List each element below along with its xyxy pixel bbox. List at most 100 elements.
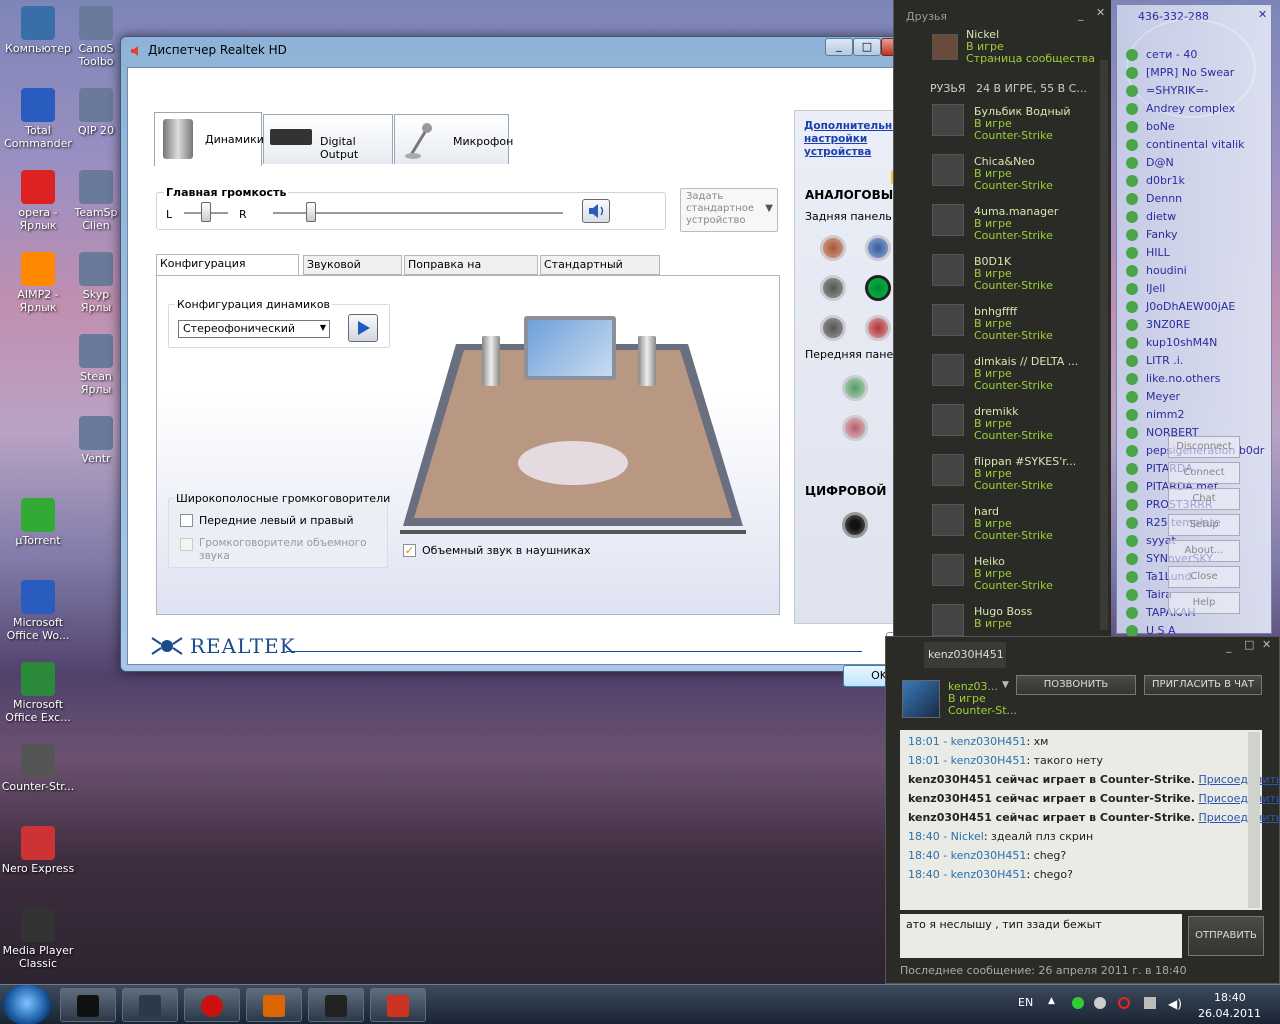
left-speaker-icon[interactable] xyxy=(482,336,500,386)
friends-close-button[interactable]: ✕ xyxy=(1096,6,1105,19)
clock-date[interactable]: 26.04.2011 xyxy=(1198,1007,1261,1020)
chat-minimize-button[interactable]: _ xyxy=(1226,640,1232,653)
qip-contact[interactable]: J0oDhAEW00jAE xyxy=(1146,300,1235,314)
avatar[interactable] xyxy=(932,354,964,386)
join-link[interactable]: Присоединиться xyxy=(1198,792,1280,805)
headphones-checkbox[interactable]: ✓ xyxy=(403,544,416,557)
friends-scrollbar[interactable] xyxy=(1100,60,1108,630)
subtab-room-correction[interactable]: Поправка на помещение xyxy=(404,255,538,289)
qip-contact[interactable]: d0br1k xyxy=(1146,174,1185,188)
taskbar-app-button[interactable] xyxy=(370,988,426,1022)
qip-contact[interactable]: Dennn xyxy=(1146,192,1182,206)
speaker-config-select[interactable]: Стереофонический ▼ xyxy=(178,320,330,338)
subtab-default-format[interactable]: Стандартный формат xyxy=(540,255,660,289)
avatar[interactable] xyxy=(932,154,964,186)
set-default-dropdown[interactable]: Задать стандартное устройство ▼ xyxy=(680,188,778,232)
taskbar-app-button[interactable] xyxy=(184,988,240,1022)
front-jack-pink[interactable] xyxy=(842,415,868,441)
qip-contact[interactable]: like.no.others xyxy=(1146,372,1220,386)
qip-menu-item[interactable]: Chat xyxy=(1168,488,1240,510)
desktop-icon[interactable]: opera - Ярлык xyxy=(0,170,76,232)
qip-menu-item[interactable]: Connect xyxy=(1168,462,1240,484)
volume-slider[interactable] xyxy=(273,212,563,214)
desktop-icon[interactable]: Skyp Ярлы xyxy=(66,252,126,314)
tab-speakers[interactable]: Динамики xyxy=(154,112,264,166)
chat-scrollbar[interactable] xyxy=(1248,732,1260,908)
qip-contact[interactable]: сети - 40 xyxy=(1146,48,1197,62)
qip-contact[interactable]: HILL xyxy=(1146,246,1170,260)
qip-contact[interactable]: nimm2 xyxy=(1146,408,1184,422)
qip-contact[interactable]: kup10shM4N xyxy=(1146,336,1217,350)
language-indicator[interactable]: EN xyxy=(1018,996,1033,1009)
desktop-icon[interactable]: QIP 20 xyxy=(66,88,126,137)
qip-menu-item[interactable]: About... xyxy=(1168,540,1240,562)
qip-contact[interactable]: Andrey complex xyxy=(1146,102,1235,116)
taskbar-app-button[interactable] xyxy=(122,988,178,1022)
avatar[interactable] xyxy=(902,680,940,718)
rear-jack-orange[interactable] xyxy=(820,235,846,261)
avatar[interactable] xyxy=(932,404,964,436)
avatar[interactable] xyxy=(932,554,964,586)
desktop-icon[interactable]: Stean Ярлы xyxy=(66,334,126,396)
qip-contact[interactable]: D@N xyxy=(1146,156,1174,170)
join-link[interactable]: Присоединиться xyxy=(1198,811,1280,824)
avatar[interactable] xyxy=(932,454,964,486)
clock-time[interactable]: 18:40 xyxy=(1214,991,1246,1004)
avatar[interactable] xyxy=(932,504,964,536)
digital-jack[interactable] xyxy=(842,512,868,538)
desktop-icon[interactable]: Total Commander xyxy=(0,88,76,150)
send-button[interactable]: ОТПРАВИТЬ xyxy=(1188,916,1264,956)
chevron-down-icon[interactable]: ▼ xyxy=(1002,680,1009,690)
desktop-icon[interactable]: CanoS Toolbo xyxy=(66,6,126,68)
minimize-button[interactable]: _ xyxy=(825,38,853,56)
taskbar-app-button[interactable] xyxy=(60,988,116,1022)
desktop-icon[interactable]: TeamSp Clien xyxy=(66,170,126,232)
avatar[interactable] xyxy=(932,254,964,286)
start-button[interactable] xyxy=(2,985,52,1024)
call-button[interactable]: ПОЗВОНИТЬ xyxy=(1016,675,1136,695)
desktop-icon[interactable]: Компьютер xyxy=(0,6,76,55)
rear-jack-green[interactable] xyxy=(865,275,891,301)
friends-minimize-button[interactable]: _ xyxy=(1078,8,1084,21)
tray-opera-icon[interactable] xyxy=(1118,997,1130,1009)
qip-contact[interactable]: dietw xyxy=(1146,210,1176,224)
qip-close-button[interactable]: ✕ xyxy=(1258,8,1267,21)
qip-contact[interactable]: IJell xyxy=(1146,282,1165,296)
taskbar-app-button[interactable] xyxy=(308,988,364,1022)
tray-expand-icon[interactable]: ▲ xyxy=(1048,996,1055,1006)
desktop-icon[interactable]: AIMP2 - Ярлык xyxy=(0,252,76,314)
qip-contact[interactable]: Fanky xyxy=(1146,228,1178,242)
qip-contact[interactable]: continental vitalik xyxy=(1146,138,1245,152)
realtek-window[interactable]: Диспетчер Realtek HD _ □ ✕ Динамики Digi… xyxy=(120,36,932,687)
qip-contact[interactable]: boNe xyxy=(1146,120,1175,134)
desktop-icon[interactable]: Media Player Classic xyxy=(0,908,76,970)
desktop-icon[interactable]: Microsoft Office Exc... xyxy=(0,662,76,724)
qip-contact[interactable]: [MPR] No Swear xyxy=(1146,66,1234,80)
avatar[interactable] xyxy=(932,204,964,236)
qip-menu-item[interactable]: Setup xyxy=(1168,514,1240,536)
qip-contact[interactable]: =SHYRIK=- xyxy=(1146,84,1208,98)
subtab-sound-effect[interactable]: Звуковой эффект xyxy=(303,255,402,289)
subtab-speaker-config[interactable]: Конфигурация динамиков xyxy=(156,254,299,288)
join-link[interactable]: Присоединиться xyxy=(1198,773,1280,786)
chat-tab[interactable]: kenz030H451 xyxy=(924,642,1006,668)
tray-network-icon[interactable] xyxy=(1144,997,1156,1009)
maximize-button[interactable]: □ xyxy=(853,38,881,56)
mute-button[interactable] xyxy=(582,199,610,223)
qip-menu-item[interactable]: Close xyxy=(1168,566,1240,588)
community-page-link[interactable]: Страница сообщества xyxy=(966,52,1095,65)
tray-volume-icon[interactable]: ◀) xyxy=(1168,997,1182,1011)
tray-steam-icon[interactable] xyxy=(1094,997,1106,1009)
volume-slider-thumb[interactable] xyxy=(306,202,317,222)
avatar[interactable] xyxy=(932,604,964,636)
desktop-icon[interactable]: Ventr xyxy=(66,416,126,465)
qip-contact[interactable]: Meyer xyxy=(1146,390,1180,404)
tray-clover-icon[interactable] xyxy=(1072,997,1084,1009)
play-test-button[interactable] xyxy=(348,314,378,342)
rear-jack-blue[interactable] xyxy=(865,235,891,261)
tab-microphone[interactable]: Микрофон xyxy=(394,114,513,164)
qip-menu-item[interactable]: Disconnect xyxy=(1168,436,1240,458)
desktop-icon[interactable]: Microsoft Office Wo... xyxy=(0,580,76,642)
rear-jack-black[interactable] xyxy=(820,315,846,341)
chat-input[interactable]: ато я неслышу , тип ззади бежыт xyxy=(900,914,1182,958)
